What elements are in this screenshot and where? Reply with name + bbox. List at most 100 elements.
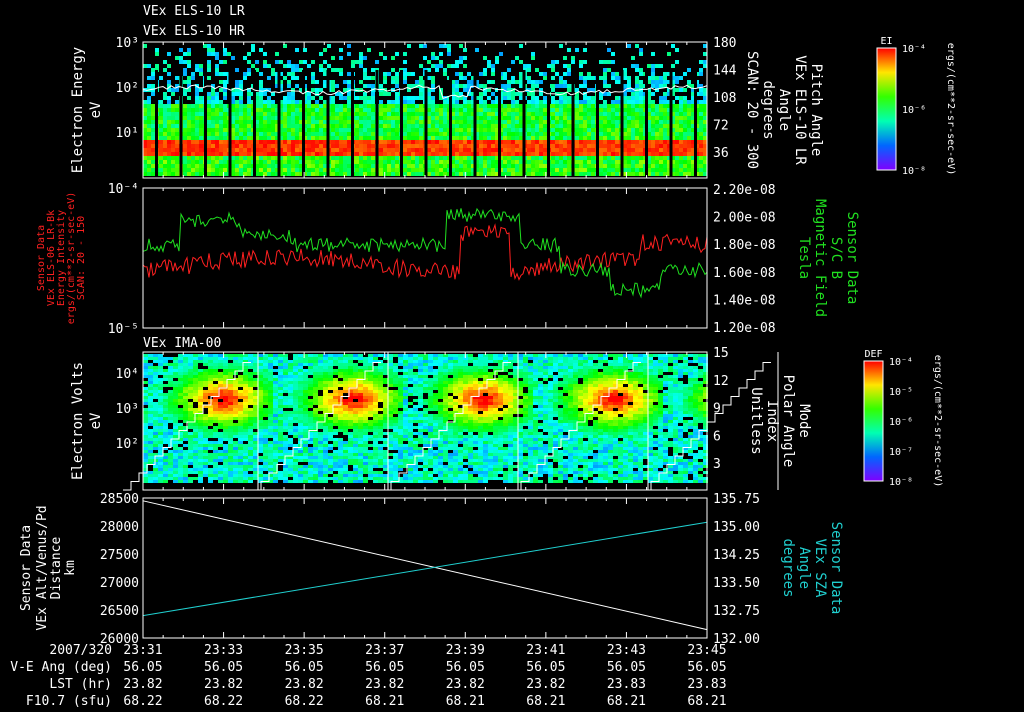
footer-cell: 68.21 — [607, 694, 646, 708]
right-tick-label: 36 — [713, 146, 729, 161]
field-axis-label: Magnetic Field — [812, 199, 828, 317]
footer-cell: 23:43 — [607, 643, 646, 658]
ei-colorbar-tick: 10⁻⁸ — [902, 166, 926, 177]
right-tick-label: 1.20e-08 — [713, 321, 776, 336]
y-axis-label: eV — [88, 412, 104, 429]
right-tick-label: 12 — [713, 374, 729, 389]
ima-spectrogram — [123, 352, 779, 491]
footer-cell: 23:33 — [204, 643, 243, 658]
sza-line — [142, 521, 708, 617]
right-axis-label: VEx ELS-10 LR — [792, 55, 808, 165]
footer-cell: 56.05 — [687, 660, 726, 675]
left-tick-label: 26500 — [100, 604, 139, 619]
footer-cell: 68.21 — [446, 694, 485, 708]
left-tick-label: 10³ — [116, 36, 139, 51]
left-tick-label: 27500 — [100, 548, 139, 563]
footer-cell: 23.82 — [446, 677, 485, 692]
footer-cell: 56.05 — [123, 660, 162, 675]
footer-row-label: LST (hr) — [49, 677, 112, 692]
footer-cell: 23:39 — [446, 643, 485, 658]
footer-cell: 23.82 — [285, 677, 324, 692]
footer-row-label: 2007/320 — [49, 643, 112, 658]
y-axis-label: eV — [88, 101, 104, 118]
title-ima: VEx IMA-00 — [143, 336, 221, 351]
right-tick-label: 133.50 — [713, 576, 760, 591]
footer-cell: 56.05 — [526, 660, 565, 675]
footer-cell: 68.21 — [365, 694, 404, 708]
right-axis-label: degrees — [760, 80, 776, 139]
footer-cell: 23:45 — [687, 643, 726, 658]
right-axis-label: Pitch Angle — [808, 64, 824, 157]
footer-cell: 23:41 — [526, 643, 565, 658]
left-tick-label: 10⁻⁴ — [108, 182, 139, 197]
def-colorbar-tick: 10⁻⁷ — [889, 447, 913, 458]
footer-cell: 68.21 — [526, 694, 565, 708]
def-colorbar-tick: 10⁻⁴ — [889, 357, 913, 368]
right-tick-label: 72 — [713, 119, 729, 134]
left-tick-label: 10¹ — [116, 126, 139, 141]
els-spectrogram — [142, 44, 708, 178]
right-tick-label: 180 — [713, 36, 736, 51]
right-tick-label: 6 — [713, 429, 721, 444]
panel-frame-4 — [142, 497, 708, 639]
right-tick-label: 2.20e-08 — [713, 183, 776, 198]
distance-line — [142, 500, 708, 631]
def-colorbar-tick: 10⁻⁵ — [889, 387, 913, 398]
sza-axis-label: degrees — [780, 538, 796, 597]
footer-cell: 23:35 — [285, 643, 324, 658]
right-axis-label: Mode — [796, 404, 812, 438]
sza-axis-label: VEx SZA — [812, 538, 828, 598]
footer-cell: 23.83 — [687, 677, 726, 692]
left-tick-label: 10² — [116, 81, 139, 96]
def-colorbar-title: DEF — [864, 349, 882, 360]
distance-axis-label: VEx Alt/Venus/Pd — [35, 505, 50, 630]
sza-axis-label: Angle — [796, 547, 812, 589]
distance-axis-label: Sensor Data — [19, 525, 34, 611]
footer-cell: 68.22 — [204, 694, 243, 708]
footer-cell: 23.82 — [526, 677, 565, 692]
left-tick-label: 28000 — [100, 520, 139, 535]
right-tick-label: 15 — [713, 346, 729, 361]
distance-sza-lines — [142, 500, 708, 631]
left-tick-label: 27000 — [100, 576, 139, 591]
title-els-lr: VEx ELS-10 LR — [143, 4, 245, 19]
footer-cell: 23.82 — [204, 677, 243, 692]
right-tick-label: 9 — [713, 402, 721, 417]
right-tick-label: 1.60e-08 — [713, 266, 776, 281]
left-tick-label: 10⁻⁵ — [108, 322, 139, 337]
magnetic-field-line — [142, 207, 708, 299]
right-tick-label: 1.40e-08 — [713, 293, 776, 308]
def-colorbar-tick: 10⁻⁶ — [889, 417, 913, 428]
footer-cell: 56.05 — [204, 660, 243, 675]
intensity-axis-label: SCAN: 20 - 150 — [76, 216, 87, 300]
ei-colorbar-tick: 10⁻⁴ — [902, 44, 926, 55]
footer-cell: 23:37 — [365, 643, 404, 658]
right-axis-label: SCAN: 20 - 300 — [744, 51, 760, 169]
def-colorbar-unit: ergs/(cm**2-sr-sec-eV) — [932, 355, 943, 487]
title-els-hr: VEx ELS-10 HR — [143, 24, 245, 39]
distance-axis-label: Distance — [49, 537, 64, 600]
colorbars: EI 10⁻⁴ 10⁻⁶ 10⁻⁸ ergs/(cm**2-sr-sec-eV) DEF 1… — [863, 36, 956, 488]
right-axis-label: Polar Angle — [780, 375, 796, 468]
right-axis-label: Unitless — [748, 387, 764, 454]
ei-colorbar — [876, 47, 897, 171]
energy-intensity-line — [142, 223, 708, 281]
ei-colorbar-title: EI — [880, 36, 892, 47]
footer-cell: 68.22 — [285, 694, 324, 708]
field-axis-label: Tesla — [796, 237, 812, 279]
def-colorbar — [863, 360, 884, 482]
field-axis-label: Sensor Data — [844, 212, 860, 305]
right-tick-label: 132.75 — [713, 604, 760, 619]
multi-panel-plot: EI 10⁻⁴ 10⁻⁶ 10⁻⁸ ergs/(cm**2-sr-sec-eV) DEF 1… — [0, 0, 956, 709]
ei-colorbar-unit: ergs/(cm**2-sr-sec-eV) — [945, 43, 956, 175]
footer-cell: 56.05 — [446, 660, 485, 675]
sza-axis-label: Sensor Data — [828, 522, 844, 615]
right-tick-label: 134.25 — [713, 548, 760, 563]
y-axis-label: Electron Volts — [70, 362, 86, 480]
ei-colorbar-tick: 10⁻⁶ — [902, 105, 926, 116]
footer-cell: 23.83 — [607, 677, 646, 692]
field-axis-label: S/C B — [828, 237, 844, 279]
intensity-field-lines — [142, 207, 708, 299]
footer-cell: 56.05 — [607, 660, 646, 675]
footer-table: 2007/320 V-E Ang (deg) LST (hr) F10.7 (sfu)… — [10, 643, 726, 709]
